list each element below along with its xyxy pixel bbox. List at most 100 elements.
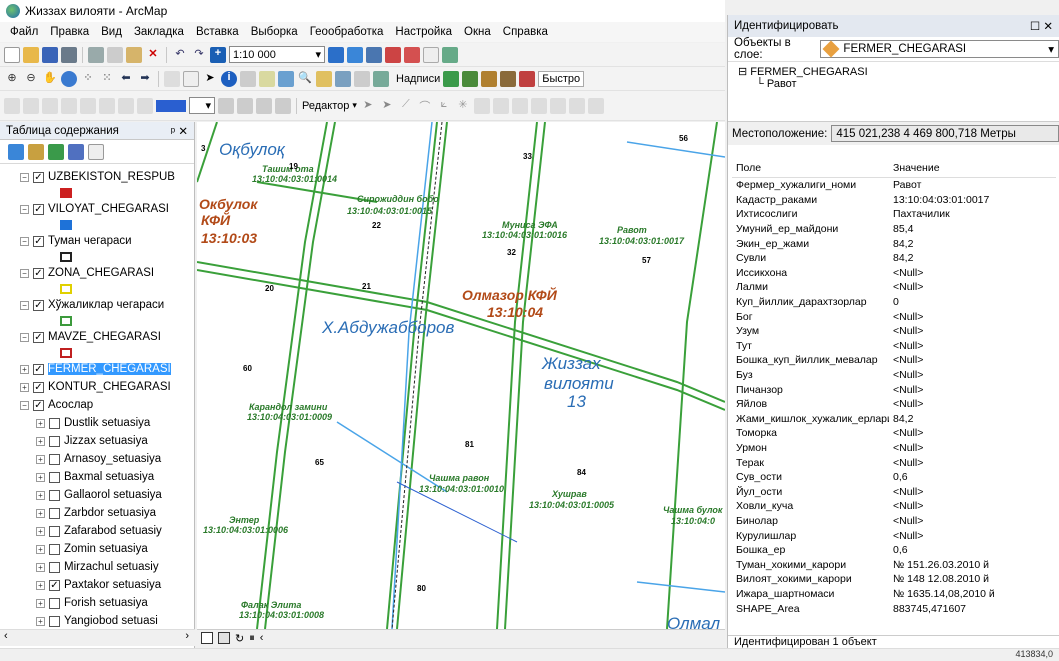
trace-icon[interactable]: ⟀: [436, 98, 452, 114]
identify-icon[interactable]: i: [221, 70, 237, 87]
attribute-row[interactable]: Кадастр_раками 13:10:04:03:01:0017: [732, 193, 1056, 208]
measure-icon[interactable]: [278, 70, 294, 87]
list-by-selection-icon[interactable]: [68, 143, 84, 160]
zoom-out-icon[interactable]: ⊖: [23, 71, 39, 87]
refresh-icon[interactable]: ↻: [235, 632, 244, 645]
data-view-icon[interactable]: [201, 632, 213, 644]
value-column-header[interactable]: Значение: [889, 162, 940, 174]
straight-segment-icon[interactable]: ⟋: [398, 98, 414, 114]
toc-sublayer-item[interactable]: + Dustlik setuasiya: [20, 414, 194, 432]
edit-tool-icon[interactable]: ➤: [360, 98, 376, 114]
map-view[interactable]: Оқбулоқ Ташим ота 13:10:04:03:01:0014 Окбул…: [197, 122, 725, 629]
editor-toolbar-icon[interactable]: [328, 46, 344, 63]
expand-icon[interactable]: −: [20, 400, 29, 410]
list-by-visibility-icon[interactable]: [48, 143, 64, 160]
expand-icon[interactable]: −: [20, 332, 29, 342]
table-icon[interactable]: [80, 97, 96, 114]
layer-visibility-checkbox[interactable]: ✓: [33, 399, 44, 411]
layout-icon[interactable]: [42, 97, 58, 114]
expand-icon[interactable]: +: [36, 508, 45, 518]
layer-visibility-checkbox[interactable]: ✓: [33, 235, 44, 247]
scroll-left-map-icon[interactable]: ‹: [260, 632, 264, 644]
layer-visibility-checkbox[interactable]: [49, 561, 60, 573]
expand-icon[interactable]: +: [36, 490, 45, 500]
toc-sublayer-item[interactable]: + Arnasoy_setuasiya: [20, 450, 194, 468]
layer-visibility-checkbox[interactable]: [49, 525, 60, 537]
expand-icon[interactable]: +: [20, 382, 29, 392]
menu-item[interactable]: Настройка: [395, 26, 452, 38]
expand-icon[interactable]: −: [20, 204, 29, 214]
layer-visibility-checkbox[interactable]: [49, 615, 60, 627]
toc-layer-item[interactable]: − ✓ MAVZE_CHEGARASI: [20, 328, 194, 346]
attribute-row[interactable]: Яйлов <Null>: [732, 397, 1056, 412]
expand-icon[interactable]: −: [20, 236, 29, 246]
print-icon[interactable]: [61, 46, 77, 63]
attribute-row[interactable]: Пичанзор <Null>: [732, 382, 1056, 397]
attribute-row[interactable]: Сувли 84,2: [732, 251, 1056, 266]
map-scale-combo[interactable]: 1:10 000 ▾: [229, 46, 325, 63]
toc-sublayer-item[interactable]: + Baxmal setuasiya: [20, 468, 194, 486]
fixed-zoom-out-icon[interactable]: ⁙: [99, 71, 115, 87]
copy-icon[interactable]: [107, 46, 123, 63]
fast-label-button[interactable]: Быстро: [538, 70, 585, 87]
layout-view-icon[interactable]: [218, 632, 230, 644]
go-to-xy-icon[interactable]: [335, 70, 351, 87]
save-icon[interactable]: [42, 46, 58, 63]
edit-annotation-icon[interactable]: ➤: [379, 98, 395, 114]
attribute-row[interactable]: Иссикхона <Null>: [732, 266, 1056, 281]
toc-layer-item[interactable]: − ✓ Асослар: [20, 396, 194, 414]
menu-item[interactable]: Правка: [50, 26, 89, 38]
maximize-icon[interactable]: ☐: [1030, 21, 1040, 33]
field-column-header[interactable]: Поле: [732, 162, 889, 174]
attribute-row[interactable]: Туман_хокими_карори № 151.26.03.2010 й: [732, 557, 1056, 572]
html-popup-icon[interactable]: [259, 70, 275, 87]
catalog-icon[interactable]: [366, 46, 382, 63]
georef-icon[interactable]: [23, 97, 39, 114]
expand-icon[interactable]: +: [36, 454, 45, 464]
attribute-row[interactable]: Бинолар <Null>: [732, 514, 1056, 529]
attribute-row[interactable]: Куп_йиллик_дарахтзорлар 0: [732, 295, 1056, 310]
attribute-row[interactable]: Терак <Null>: [732, 455, 1056, 470]
symbol-icon[interactable]: [275, 97, 291, 114]
attribute-row[interactable]: Сув_ости 0,6: [732, 470, 1056, 485]
expand-icon[interactable]: −: [20, 172, 29, 182]
attribute-row[interactable]: Лалми <Null>: [732, 280, 1056, 295]
scroll-left-icon[interactable]: ‹: [4, 630, 8, 642]
create-viewer-icon[interactable]: [373, 70, 389, 87]
color-swatch[interactable]: [156, 99, 186, 112]
cut-icon[interactable]: [88, 46, 104, 63]
tree-root-item[interactable]: ⊟ FERMER_CHEGARASI: [738, 65, 1049, 78]
layer-visibility-checkbox[interactable]: ✓: [33, 203, 44, 215]
expand-icon[interactable]: +: [36, 436, 45, 446]
attribute-row[interactable]: Урмон <Null>: [732, 441, 1056, 456]
search-window-icon[interactable]: [385, 46, 401, 63]
line-icon[interactable]: [237, 97, 253, 114]
attribute-row[interactable]: Курулишлар <Null>: [732, 528, 1056, 543]
scroll-right-icon[interactable]: ›: [185, 630, 189, 642]
toc-sublayer-item[interactable]: + Zarbdor setuasiya: [20, 504, 194, 522]
marker-icon[interactable]: [256, 97, 272, 114]
point-icon[interactable]: ✳: [455, 98, 471, 114]
fill-icon[interactable]: [218, 97, 234, 114]
menu-item[interactable]: Закладка: [134, 26, 184, 38]
attribute-row[interactable]: Экин_ер_жами 84,2: [732, 236, 1056, 251]
layer-visibility-checkbox[interactable]: ✓: [33, 363, 44, 375]
add-data-icon[interactable]: +: [210, 46, 226, 63]
rotate-icon[interactable]: [549, 97, 566, 114]
chart-icon[interactable]: [99, 97, 115, 114]
attributes-icon[interactable]: [568, 97, 585, 114]
toc-sublayer-item[interactable]: + Zomin setuasiya: [20, 540, 194, 558]
layer-visibility-checkbox[interactable]: [49, 471, 60, 483]
attribute-row[interactable]: Томорка <Null>: [732, 426, 1056, 441]
expand-icon[interactable]: +: [36, 418, 45, 428]
toc-sublayer-item[interactable]: + Forish setuasiya: [20, 594, 194, 612]
layer-visibility-checkbox[interactable]: ✓: [33, 267, 44, 279]
time-slider-icon[interactable]: [354, 70, 370, 87]
undo-icon[interactable]: ↶: [172, 47, 188, 63]
attribute-row[interactable]: Жами_кишлок_хужалик_ерлари 84,2: [732, 412, 1056, 427]
expand-icon[interactable]: +: [36, 472, 45, 482]
pause-drawing-icon[interactable]: ⏸: [249, 632, 255, 645]
toc-layer-item[interactable]: − ✓ UZBEKISTON_RESPUB: [20, 168, 194, 186]
layer-visibility-checkbox[interactable]: [49, 417, 60, 429]
menu-item[interactable]: Файл: [10, 26, 38, 38]
